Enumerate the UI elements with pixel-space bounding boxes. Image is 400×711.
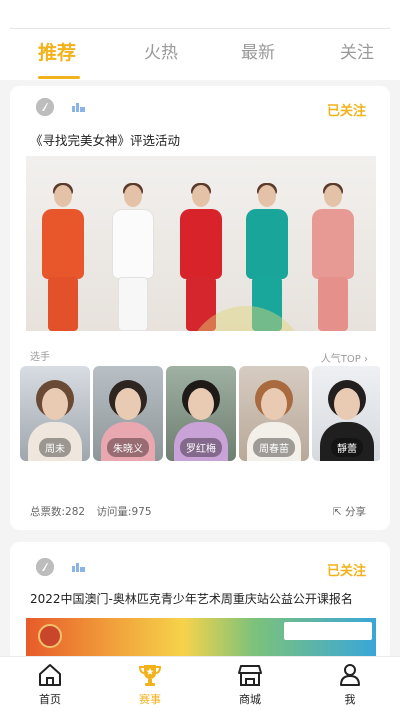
avatar-icon bbox=[36, 98, 54, 116]
nav-mall-label: 商城 bbox=[239, 693, 261, 706]
contestants-label: 选手 bbox=[30, 352, 50, 363]
bottom-navigation: 首页 赛事 商城 我 bbox=[0, 656, 400, 711]
sponsor-logos bbox=[284, 622, 372, 640]
avatar-icon bbox=[36, 558, 54, 576]
store-icon bbox=[238, 665, 262, 686]
nav-contest-label: 赛事 bbox=[139, 693, 161, 706]
contestant-name: 罗红梅 bbox=[180, 438, 222, 457]
tab-hot[interactable]: 火热 bbox=[144, 38, 178, 63]
visit-count: 访问量:975 bbox=[96, 506, 152, 518]
popularity-top-link[interactable]: 人气TOP › bbox=[321, 350, 368, 365]
post-cover-image[interactable] bbox=[26, 156, 376, 331]
top-bar: 推荐 火热 最新 关注 bbox=[0, 0, 400, 80]
contestant-card[interactable]: 周未 bbox=[20, 366, 90, 461]
popularity-top-label: 人气TOP bbox=[320, 354, 361, 365]
contestant-card[interactable]: 靜蕾 bbox=[312, 366, 380, 461]
category-tabs: 推荐 火热 最新 关注 bbox=[0, 38, 400, 79]
nav-me[interactable]: 我 bbox=[320, 661, 380, 707]
post-card[interactable]: 已关注 《寻找完美女神》评选活动 选手 人气TOP › 周未 朱晓义 罗红梅 周… bbox=[10, 86, 390, 530]
nav-home-label: 首页 bbox=[39, 693, 61, 706]
tab-latest[interactable]: 最新 bbox=[241, 38, 275, 63]
nav-contest[interactable]: 赛事 bbox=[120, 661, 180, 707]
top-divider bbox=[10, 28, 390, 29]
model-figure bbox=[172, 183, 230, 331]
post-stats: 总票数:282 访问量:975 bbox=[30, 504, 160, 519]
rank-icon bbox=[72, 103, 85, 112]
nav-mall[interactable]: 商城 bbox=[220, 661, 280, 707]
contestant-card[interactable]: 周春苗 bbox=[239, 366, 309, 461]
nav-me-label: 我 bbox=[344, 693, 356, 706]
post-card[interactable]: 已关注 2022中国澳门-奥林匹克青少年艺术周重庆站公益公开课报名 bbox=[10, 542, 390, 662]
active-tab-indicator bbox=[38, 76, 80, 79]
tab-follow[interactable]: 关注 bbox=[340, 38, 374, 63]
contestant-name: 靜蕾 bbox=[331, 438, 363, 457]
model-figure bbox=[104, 183, 162, 331]
chevron-right-icon: › bbox=[364, 354, 368, 365]
tab-recommend[interactable]: 推荐 bbox=[38, 38, 76, 65]
share-label: 分享 bbox=[345, 506, 366, 518]
share-button[interactable]: ⇱ 分享 bbox=[333, 504, 366, 519]
post-title[interactable]: 2022中国澳门-奥林匹克青少年艺术周重庆站公益公开课报名 bbox=[30, 590, 353, 607]
total-votes: 总票数:282 bbox=[30, 506, 86, 518]
contestants-row: 周未 朱晓义 罗红梅 周春苗 靜蕾 bbox=[20, 366, 380, 461]
home-icon bbox=[39, 664, 61, 686]
model-figure bbox=[34, 183, 92, 331]
contestant-card[interactable]: 朱晓义 bbox=[93, 366, 163, 461]
rank-icon bbox=[72, 563, 85, 572]
model-figure bbox=[304, 183, 362, 331]
user-icon bbox=[340, 664, 360, 686]
event-logo-icon bbox=[38, 624, 62, 648]
followed-button[interactable]: 已关注 bbox=[327, 100, 366, 119]
contestant-card[interactable]: 罗红梅 bbox=[166, 366, 236, 461]
followed-button[interactable]: 已关注 bbox=[327, 560, 366, 579]
contestant-name: 周未 bbox=[39, 438, 71, 457]
post-title[interactable]: 《寻找完美女神》评选活动 bbox=[30, 130, 180, 149]
contestant-name: 朱晓义 bbox=[107, 438, 149, 457]
trophy-icon bbox=[138, 665, 162, 686]
contestant-name: 周春苗 bbox=[253, 438, 295, 457]
nav-home[interactable]: 首页 bbox=[20, 661, 80, 707]
share-icon: ⇱ bbox=[332, 506, 342, 518]
